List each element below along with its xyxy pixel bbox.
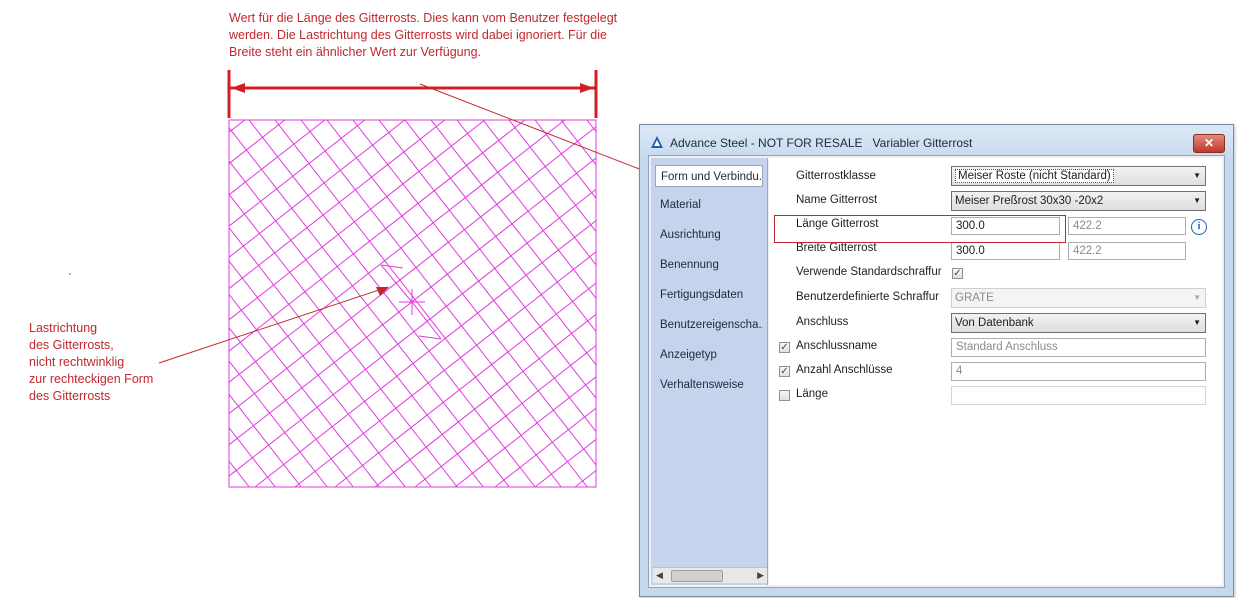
hatch-line bbox=[229, 120, 526, 352]
hatch-line bbox=[229, 360, 328, 487]
checkmark-icon: ✓ bbox=[780, 342, 789, 353]
anschluss-label: Anschluss bbox=[796, 316, 849, 328]
hatch-line bbox=[229, 426, 276, 487]
advance-steel-logo-icon bbox=[651, 136, 663, 148]
hatch-line bbox=[229, 160, 484, 487]
hatch-line bbox=[229, 260, 406, 487]
hatch-line bbox=[229, 120, 286, 165]
nav-item-material[interactable]: Material bbox=[655, 194, 763, 216]
hatch-line bbox=[274, 120, 562, 487]
breite-gitterrost-computed: 422.2 bbox=[1068, 242, 1186, 260]
gitterrostklasse-label: Gitterrostklasse bbox=[796, 170, 876, 182]
highlight-box bbox=[774, 215, 1066, 243]
hatch-line bbox=[229, 226, 432, 487]
hatch-line bbox=[229, 120, 566, 383]
hatch-line bbox=[0, 120, 119, 487]
hatch-line bbox=[229, 393, 302, 487]
gitterrostklasse-select[interactable]: Meiser Roste (nicht Standard) ▼ bbox=[951, 166, 1206, 186]
hatch-line bbox=[229, 293, 380, 487]
length-dimension bbox=[227, 70, 598, 118]
hatch-line bbox=[378, 120, 596, 400]
leader-arrow-load bbox=[376, 287, 389, 296]
hatch-line bbox=[229, 120, 246, 133]
hatch-line bbox=[0, 120, 171, 487]
nav-item-form[interactable]: Form und Verbindu... bbox=[655, 165, 763, 187]
arrow-left-icon[interactable]: ◀ bbox=[656, 570, 663, 581]
info-icon[interactable]: i bbox=[1191, 219, 1207, 235]
anschluss-select[interactable]: Von Datenbank ▼ bbox=[951, 313, 1206, 333]
hatch-line bbox=[0, 120, 145, 487]
anzahl-anschluesse-checkbox[interactable]: ✓ bbox=[779, 366, 790, 377]
nav-item-ausrichtung[interactable]: Ausrichtung bbox=[655, 224, 763, 246]
hatch-line bbox=[0, 120, 45, 487]
dimension-arrow-left bbox=[231, 83, 245, 93]
laenge-gitterrost-computed: 422.2 bbox=[1068, 217, 1186, 235]
hatch-line bbox=[0, 120, 165, 487]
hatch-line bbox=[0, 120, 125, 487]
hatch-line bbox=[300, 120, 588, 487]
hatch-line bbox=[0, 120, 67, 487]
checkmark-icon: ✓ bbox=[780, 366, 789, 377]
hatch-line bbox=[0, 120, 5, 487]
nav-item-verhaltensweise[interactable]: Verhaltensweise bbox=[655, 374, 763, 396]
grating-properties-dialog: Advance Steel - NOT FOR RESALE Variabler… bbox=[639, 124, 1234, 597]
hatch-line bbox=[1237, 120, 1247, 487]
hatch-line bbox=[229, 120, 446, 290]
laenge-input[interactable] bbox=[951, 386, 1206, 405]
hatch-line bbox=[229, 120, 326, 196]
laenge-checkbox[interactable] bbox=[779, 390, 790, 401]
hatch-line bbox=[229, 460, 250, 487]
checkmark-icon: ✓ bbox=[953, 268, 962, 279]
hatch-line bbox=[0, 120, 197, 487]
hatch-line bbox=[0, 120, 85, 487]
hatch-line bbox=[0, 120, 93, 487]
nav-item-anzeigetyp[interactable]: Anzeigetyp bbox=[655, 344, 763, 366]
chevron-down-icon: ▼ bbox=[1193, 196, 1201, 205]
anzahl-anschluesse-label: Anzahl Anschlüsse bbox=[796, 364, 893, 376]
stray-dot bbox=[69, 273, 71, 275]
benutzerdefinierte-schraffur-select[interactable]: GRATE ▼ bbox=[951, 288, 1206, 308]
category-nav: Form und Verbindu... Material Ausrichtun… bbox=[651, 158, 768, 585]
hatch-line bbox=[0, 120, 223, 487]
anschlussname-checkbox[interactable]: ✓ bbox=[779, 342, 790, 353]
standardschraffur-label: Verwende Standardschraffur bbox=[796, 266, 942, 278]
anschlussname-label: Anschlussname bbox=[796, 340, 878, 352]
hatch-line bbox=[248, 120, 536, 487]
arrow-right-icon[interactable]: ▶ bbox=[757, 570, 764, 581]
benutzerdefinierte-schraffur-label: Benutzerdefinierte Schraffur bbox=[796, 291, 939, 303]
dialog-titlebar[interactable]: Advance Steel - NOT FOR RESALE Variabler… bbox=[640, 125, 1233, 159]
breite-gitterrost-input[interactable]: 300.0 bbox=[951, 242, 1060, 260]
dimension-arrow-right bbox=[580, 83, 594, 93]
hatch-line bbox=[0, 120, 41, 487]
hatch-line bbox=[0, 120, 15, 487]
anschlussname-input[interactable]: Standard Anschluss bbox=[951, 338, 1206, 357]
nav-item-fertigungsdaten[interactable]: Fertigungsdaten bbox=[655, 284, 763, 306]
laenge-label: Länge bbox=[796, 388, 828, 400]
nav-item-benennung[interactable]: Benennung bbox=[655, 254, 763, 276]
scrollbar-thumb[interactable] bbox=[671, 570, 723, 582]
dialog-title: Advance Steel - NOT FOR RESALE Variabler… bbox=[670, 136, 973, 150]
hatch-line bbox=[0, 120, 205, 487]
chevron-down-icon: ▼ bbox=[1193, 171, 1201, 180]
chevron-down-icon: ▼ bbox=[1193, 293, 1201, 302]
anzahl-anschluesse-input[interactable]: 4 bbox=[951, 362, 1206, 381]
chevron-down-icon: ▼ bbox=[1193, 318, 1201, 327]
nav-horizontal-scrollbar[interactable]: ◀ ▶ bbox=[653, 567, 767, 583]
nav-item-benutzereigenschaften[interactable]: Benutzereigenscha... bbox=[655, 314, 763, 336]
standardschraffur-checkbox[interactable]: ✓ bbox=[952, 268, 963, 279]
name-gitterrost-select[interactable]: Meiser Preßrost 30x30 -20x2 ▼ bbox=[951, 191, 1206, 211]
name-gitterrost-label: Name Gitterrost bbox=[796, 194, 878, 206]
close-button[interactable]: ✕ bbox=[1193, 134, 1225, 153]
breite-gitterrost-label: Breite Gitterrost bbox=[796, 242, 877, 254]
hatch-line bbox=[229, 326, 354, 487]
hatch-line bbox=[229, 188, 596, 477]
